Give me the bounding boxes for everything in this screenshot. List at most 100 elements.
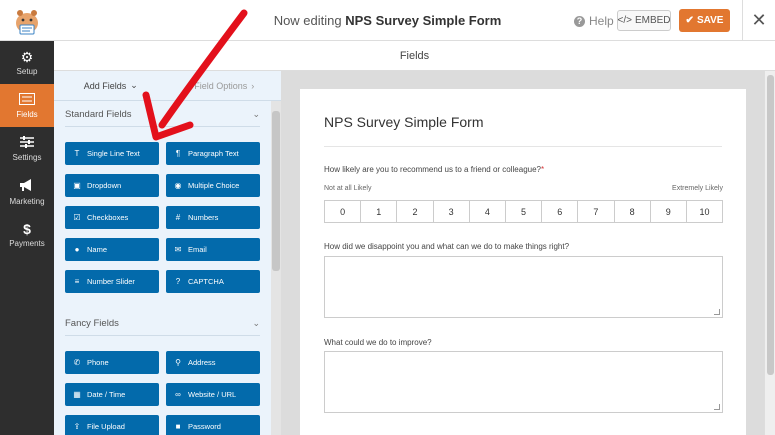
megaphone-icon [19, 178, 35, 194]
field-button-file-upload[interactable]: ⇪ File Upload [65, 415, 159, 435]
scale-option[interactable]: 9 [651, 201, 687, 222]
chevron-down-icon: ⌄ [252, 318, 260, 328]
nav-item-settings[interactable]: Settings [0, 127, 54, 170]
field-button-website-url[interactable]: ∞ Website / URL [166, 383, 260, 406]
required-marker: * [541, 165, 545, 174]
scale-option[interactable]: 6 [542, 201, 579, 222]
disappoint-textarea[interactable] [324, 256, 723, 318]
field-label: Phone [87, 358, 109, 367]
calendar-icon: ▦ [73, 390, 81, 399]
check-icon: ✔ [685, 15, 694, 26]
standard-fields-header[interactable]: Standard Fields ⌄ [65, 103, 260, 127]
scale-option[interactable]: 1 [361, 201, 398, 222]
sliders-icon [20, 135, 34, 150]
nav-label: Settings [12, 152, 42, 162]
help-link[interactable]: ? Help [574, 14, 614, 28]
scale-option[interactable]: 10 [687, 201, 722, 222]
tab-label: Add Fields [83, 80, 127, 91]
embed-button[interactable]: </> EMBED [617, 10, 671, 31]
preview-scrollbar-thumb[interactable] [767, 75, 774, 375]
scale-option[interactable]: 3 [434, 201, 470, 222]
scale-low-label: Not at all Likely [324, 185, 372, 192]
resize-handle[interactable] [714, 404, 720, 410]
improve-textarea[interactable] [324, 351, 723, 413]
field-button-name[interactable]: ● Name [65, 238, 159, 261]
top-bar: Now editing NPS Survey Simple Form ? Hel… [0, 0, 775, 41]
field-label: Single Line Text [87, 149, 140, 158]
envelope-icon: ✉ [174, 245, 182, 254]
nav-label: Setup [16, 66, 38, 76]
field-label: Checkboxes [87, 213, 129, 222]
field-label: Website / URL [188, 390, 237, 399]
nps-scale[interactable]: 0 1 2 3 4 5 6 7 8 9 10 [324, 200, 723, 223]
close-icon[interactable]: ✕ [742, 0, 775, 41]
save-button[interactable]: ✔ SAVE [679, 9, 730, 32]
field-label: Address [188, 358, 216, 367]
scale-option[interactable]: 5 [506, 201, 543, 222]
field-button-captcha[interactable]: ? CAPTCHA [166, 270, 260, 293]
field-label: Dropdown [87, 181, 122, 190]
nav-item-payments[interactable]: $ Payments [0, 213, 54, 256]
section-title: Standard Fields [65, 109, 132, 120]
chevron-right-icon: › [251, 80, 255, 91]
title-divider [324, 146, 722, 147]
fields-header: Fields [54, 41, 775, 71]
hash-icon: # [175, 213, 181, 222]
help-label: Help [589, 14, 614, 28]
fields-panel: Add Fields ⌄ Field Options › Standard Fi… [54, 71, 281, 435]
field-label: File Upload [87, 422, 125, 431]
field-button-single-line-text[interactable]: T Single Line Text [65, 142, 159, 165]
field-button-date-time[interactable]: ▦ Date / Time [65, 383, 159, 406]
gear-icon: ⚙ [20, 48, 34, 65]
field-button-number-slider[interactable]: ≡ Number Slider [65, 270, 159, 293]
dropdown-icon: ▣ [73, 181, 81, 190]
text-icon: T [74, 149, 80, 158]
paragraph-icon: ¶ [175, 149, 181, 158]
nav-item-setup[interactable]: ⚙ Setup [0, 41, 54, 84]
nav-item-fields[interactable]: Fields [0, 84, 54, 127]
field-button-checkboxes[interactable]: ☑ Checkboxes [65, 206, 159, 229]
field-button-dropdown[interactable]: ▣ Dropdown [65, 174, 159, 197]
tab-add-fields[interactable]: Add Fields ⌄ [54, 71, 168, 100]
fancy-fields-header[interactable]: Fancy Fields ⌄ [65, 312, 260, 336]
field-button-phone[interactable]: ✆ Phone [65, 351, 159, 374]
panel-scrollbar-thumb[interactable] [272, 111, 280, 271]
field-button-password[interactable]: ■ Password [166, 415, 260, 435]
field-button-numbers[interactable]: # Numbers [166, 206, 260, 229]
field-button-multiple-choice[interactable]: ◉ Multiple Choice [166, 174, 260, 197]
code-icon: </> [617, 15, 632, 26]
resize-handle[interactable] [714, 309, 720, 315]
field-label: Number Slider [87, 277, 135, 286]
builder-sidebar: ⚙ Setup Fields Settings Marketing $ Paym… [0, 41, 54, 435]
tab-field-options[interactable]: Field Options › [168, 71, 282, 100]
scale-option[interactable]: 8 [615, 201, 651, 222]
scale-option[interactable]: 0 [325, 201, 362, 222]
help-icon: ? [574, 15, 585, 27]
upload-icon: ⇪ [73, 422, 81, 431]
nav-item-marketing[interactable]: Marketing [0, 170, 54, 213]
scale-option[interactable]: 4 [470, 201, 506, 222]
slider-icon: ≡ [74, 277, 80, 286]
question-icon: ? [175, 277, 181, 286]
scale-option[interactable]: 7 [578, 201, 615, 222]
scale-option[interactable]: 2 [397, 201, 434, 222]
field-button-paragraph-text[interactable]: ¶ Paragraph Text [166, 142, 260, 165]
link-icon: ∞ [175, 390, 181, 399]
panel-scrollbar[interactable] [271, 101, 281, 435]
field-button-email[interactable]: ✉ Email [166, 238, 260, 261]
chevron-down-icon: ⌄ [252, 109, 260, 119]
question-label[interactable]: How likely are you to recommend us to a … [324, 165, 544, 174]
chevron-down-icon: ⌄ [130, 80, 138, 90]
field-label: Email [188, 245, 207, 254]
nav-label: Payments [9, 238, 45, 248]
question-label[interactable]: What could we do to improve? [324, 338, 432, 347]
save-label: SAVE [696, 15, 724, 26]
field-button-address[interactable]: ⚲ Address [166, 351, 260, 374]
field-label: Name [87, 245, 108, 254]
preview-scrollbar[interactable] [764, 71, 775, 435]
field-label: Date / Time [87, 390, 126, 399]
section-title: Fancy Fields [65, 318, 119, 329]
question-label[interactable]: How did we disappoint you and what can w… [324, 242, 569, 251]
panel-tabs: Add Fields ⌄ Field Options › [54, 71, 281, 101]
phone-icon: ✆ [73, 358, 81, 367]
